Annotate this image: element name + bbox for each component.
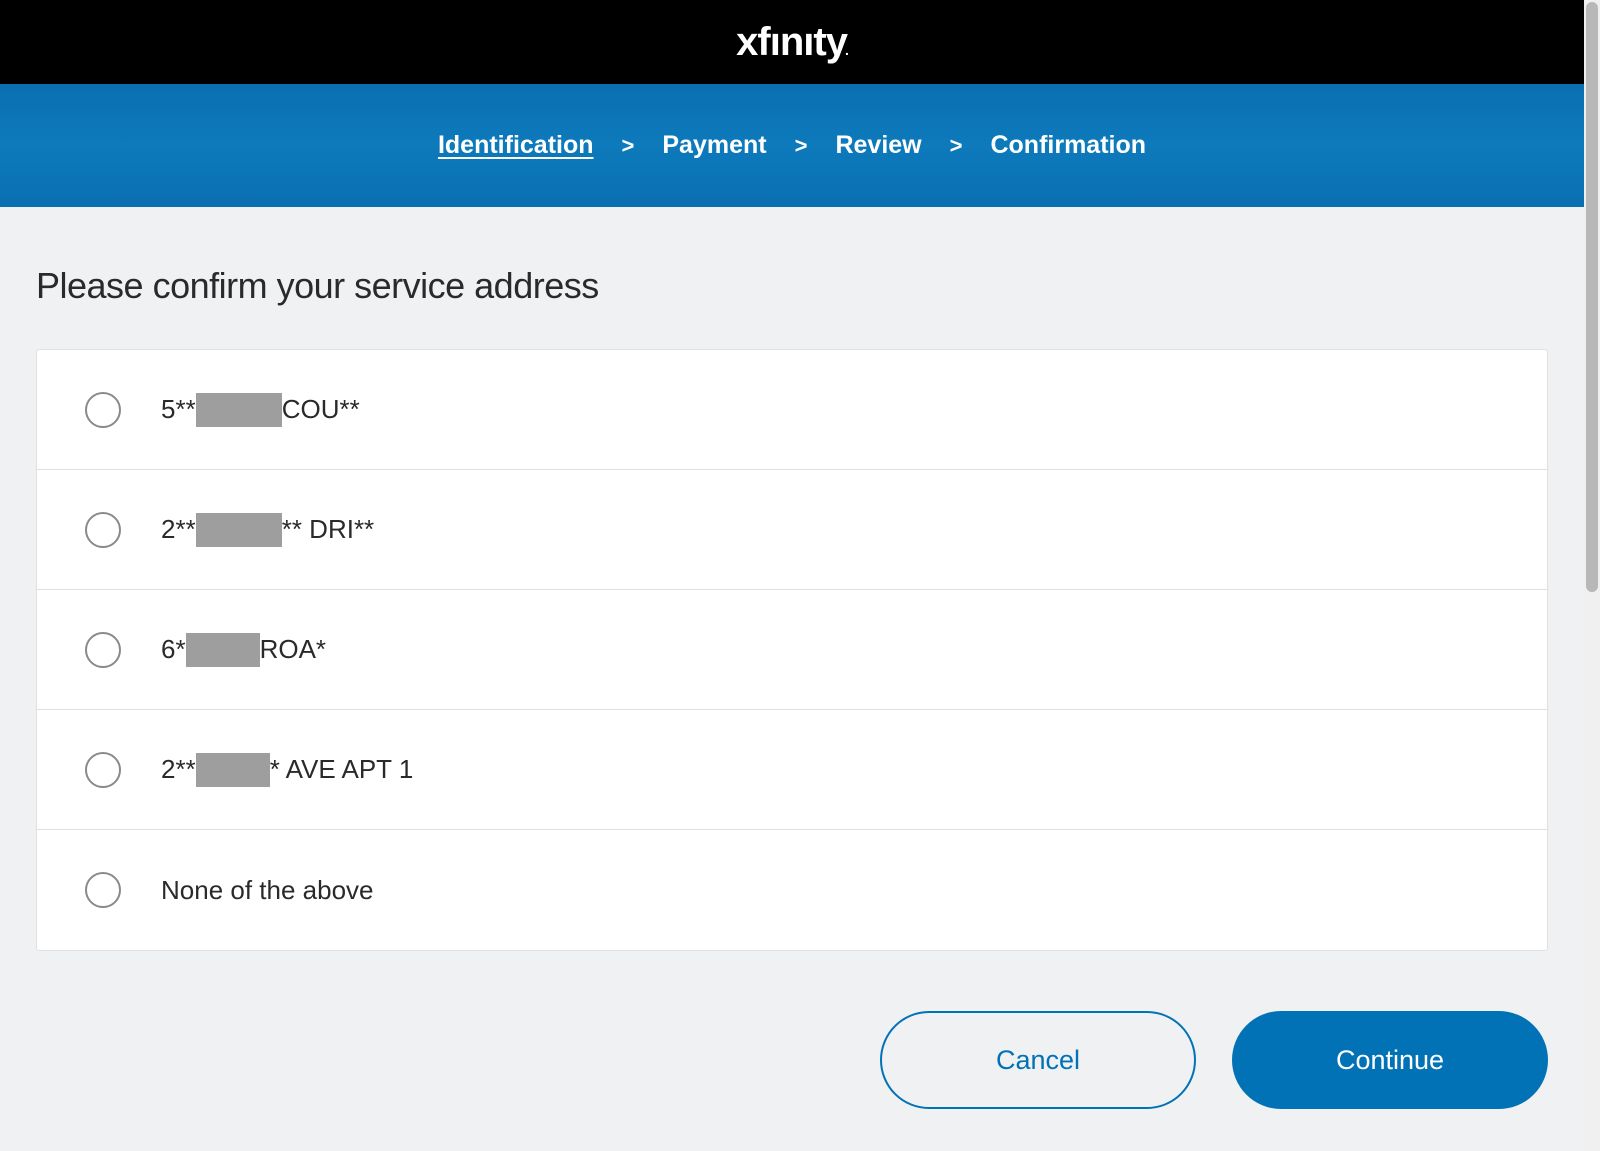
header-bar: xfınıty.	[0, 0, 1584, 84]
radio-icon[interactable]	[85, 512, 121, 548]
address-option-3[interactable]: 2*** AVE APT 1	[37, 710, 1547, 830]
chevron-right-icon: >	[795, 133, 808, 159]
address-option-none[interactable]: None of the above	[37, 830, 1547, 950]
main-content: Please confirm your service address 5** …	[0, 207, 1584, 1109]
step-confirmation: Confirmation	[990, 131, 1146, 160]
scrollbar-track[interactable]	[1584, 0, 1600, 1151]
address-option-1[interactable]: 2**** DRI**	[37, 470, 1547, 590]
chevron-right-icon: >	[622, 133, 635, 159]
radio-icon[interactable]	[85, 392, 121, 428]
action-buttons: Cancel Continue	[36, 1011, 1548, 1109]
scrollbar-thumb[interactable]	[1586, 2, 1598, 592]
redaction-block	[196, 753, 270, 787]
step-review: Review	[835, 131, 921, 160]
address-option-label: None of the above	[161, 875, 374, 906]
xfinity-logo: xfınıty.	[736, 20, 848, 65]
progress-steps: Identification > Payment > Review > Conf…	[0, 84, 1584, 207]
redaction-block	[186, 633, 260, 667]
address-option-2[interactable]: 6* ROA*	[37, 590, 1547, 710]
address-option-label: 5** COU**	[161, 393, 360, 427]
radio-icon[interactable]	[85, 872, 121, 908]
address-option-label: 2**** DRI**	[161, 513, 374, 547]
redaction-block	[196, 513, 282, 547]
redaction-block	[196, 393, 282, 427]
chevron-right-icon: >	[950, 133, 963, 159]
radio-icon[interactable]	[85, 632, 121, 668]
radio-icon[interactable]	[85, 752, 121, 788]
address-option-label: 6* ROA*	[161, 633, 326, 667]
address-option-label: 2*** AVE APT 1	[161, 753, 413, 787]
address-option-0[interactable]: 5** COU**	[37, 350, 1547, 470]
cancel-button[interactable]: Cancel	[880, 1011, 1196, 1109]
address-options-card: 5** COU** 2**** DRI** 6* ROA* 2*** AVE A…	[36, 349, 1548, 951]
step-identification[interactable]: Identification	[438, 131, 594, 160]
page-title: Please confirm your service address	[36, 265, 1548, 307]
step-payment: Payment	[662, 131, 766, 160]
continue-button[interactable]: Continue	[1232, 1011, 1548, 1109]
